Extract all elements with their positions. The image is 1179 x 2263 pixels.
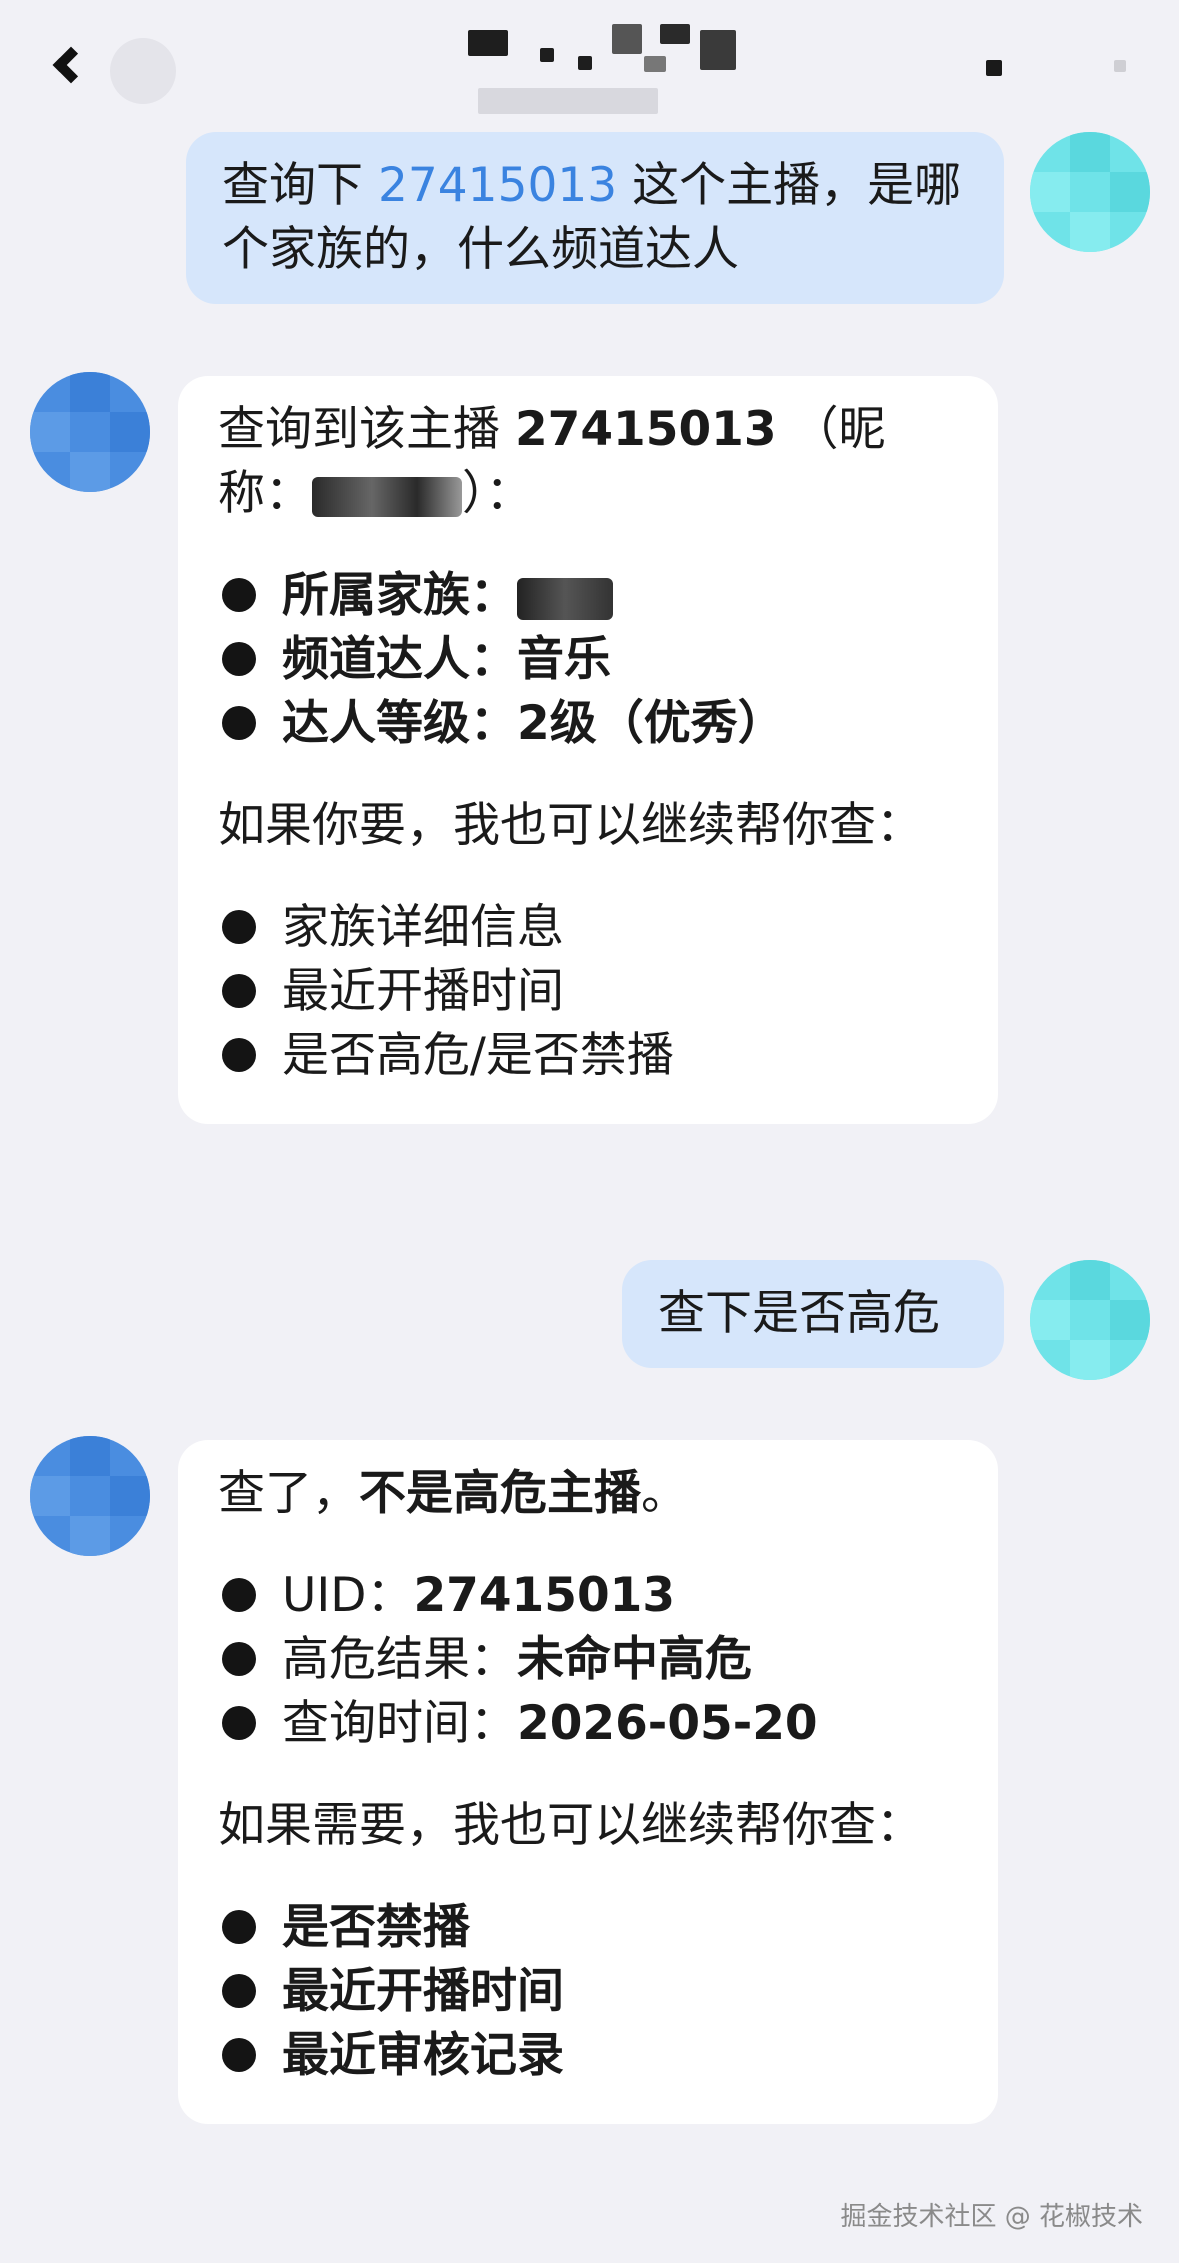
user-bubble[interactable]: 查下是否高危 [622,1260,1004,1368]
bot-bubble[interactable]: 查询到该主播 27415013 （昵称：）： 所属家族： 频道达人：音乐 达人等… [178,376,998,1124]
user-avatar[interactable] [1030,132,1150,252]
list-item: UID：27415013 [218,1564,958,1628]
chevron-left-icon[interactable] [52,46,90,84]
list-item: 达人等级：2级（优秀） [218,692,958,756]
list-item: 频道达人：音乐 [218,628,958,692]
list-item: 最近审核记录 [218,2024,958,2088]
bullet-icon [222,1578,256,1612]
nickname-redacted [312,476,462,517]
header-avatar-redacted [110,38,176,104]
list-item: 家族详细信息 [218,896,958,960]
watermark: 掘金技术社区 @ 花椒技术 [840,2202,1143,2232]
result-intro: 查了，不是高危主播。 [218,1466,688,1521]
list-item: 最近开播时间 [218,960,958,1024]
anchor-id: 27415013 [514,402,777,457]
bullet-icon [222,1974,256,2008]
list-item: 是否高危/是否禁播 [218,1024,958,1088]
followup-text: 如果需要，我也可以继续帮你查： [218,1798,923,1853]
bullet-icon [222,578,256,612]
bot-avatar[interactable] [30,1436,150,1556]
message-text: 查询下 [222,158,378,213]
bullet-icon [222,1706,256,1740]
list-item: 所属家族： [218,564,958,628]
bullet-icon [222,1642,256,1676]
bullet-icon [222,1910,256,1944]
bullet-icon [222,974,256,1008]
result-intro: 查询到该主播 27415013 （昵称：）： [218,402,886,521]
bullet-icon [222,1038,256,1072]
list-item: 高危结果：未命中高危 [218,1628,958,1692]
user-bubble[interactable]: 查询下 27415013 这个主播，是哪个家族的，什么频道达人 [186,132,1004,304]
bot-avatar[interactable] [30,372,150,492]
message-text: 查下是否高危 [658,1286,940,1341]
bot-bubble[interactable]: 查了，不是高危主播。 UID：27415013 高危结果：未命中高危 查询时间：… [178,1440,998,2124]
bullet-icon [222,706,256,740]
bullet-icon [222,2038,256,2072]
anchor-id-link[interactable]: 27415013 [378,158,632,213]
user-avatar[interactable] [1030,1260,1150,1380]
bullet-icon [222,642,256,676]
status-icon [1114,60,1126,72]
list-item: 是否禁播 [218,1896,958,1960]
more-icon[interactable] [986,60,1002,76]
list-item: 最近开播时间 [218,1960,958,2024]
chat-header [0,0,1179,130]
followup-text: 如果你要，我也可以继续帮你查： [218,798,923,853]
uid-value: 27415013 [413,1568,676,1623]
bullet-icon [222,910,256,944]
family-name-redacted [517,577,613,620]
list-item: 查询时间：2026-05-20 [218,1692,958,1756]
